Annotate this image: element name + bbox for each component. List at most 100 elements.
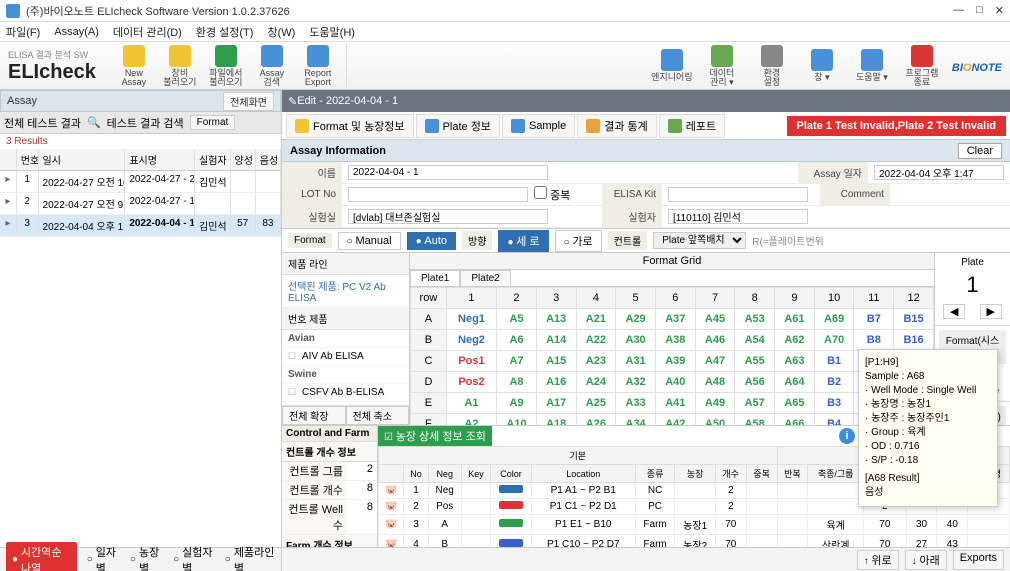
menu-settings[interactable]: 환경 설정(T) bbox=[196, 24, 254, 40]
well-cell[interactable]: A56 bbox=[735, 372, 775, 393]
rtool-창 ▾[interactable]: 창 ▾ bbox=[800, 44, 844, 88]
exports-button[interactable]: Exports bbox=[953, 550, 1004, 570]
well-cell[interactable]: A16 bbox=[536, 372, 576, 393]
well-cell[interactable]: A47 bbox=[695, 351, 735, 372]
well-cell[interactable]: A25 bbox=[576, 393, 616, 414]
clear-button[interactable]: Clear bbox=[958, 143, 1002, 159]
tool-파일에서[interactable]: 파일에서불러오기 bbox=[204, 44, 248, 88]
sort-farm[interactable]: ○ 농장별 bbox=[130, 544, 163, 571]
menu-data[interactable]: 데이터 관리(D) bbox=[113, 24, 182, 40]
well-cell[interactable]: A42 bbox=[655, 414, 695, 426]
well-cell[interactable]: A5 bbox=[497, 309, 537, 330]
well-cell[interactable]: B4 bbox=[814, 414, 854, 426]
well-cell[interactable]: A30 bbox=[616, 330, 656, 351]
dir-vert[interactable]: ● 세 로 bbox=[498, 230, 548, 252]
well-cell[interactable]: A48 bbox=[695, 372, 735, 393]
tester-input[interactable] bbox=[668, 209, 808, 224]
well-cell[interactable]: A7 bbox=[497, 351, 537, 372]
move-down[interactable]: ↓ 아래 bbox=[905, 550, 947, 570]
well-cell[interactable]: A39 bbox=[655, 351, 695, 372]
name-input[interactable] bbox=[348, 165, 548, 180]
lot-input[interactable] bbox=[348, 187, 528, 202]
well-cell[interactable]: A29 bbox=[616, 309, 656, 330]
menu-window[interactable]: 창(W) bbox=[267, 24, 295, 40]
well-cell[interactable]: A1 bbox=[446, 393, 496, 414]
lab-input[interactable] bbox=[348, 209, 548, 224]
plate-prev[interactable]: ◀ bbox=[943, 304, 965, 319]
farm-detail-toggle[interactable]: ☑ 농장 상세 정보 조회 bbox=[378, 426, 492, 446]
well-cell[interactable]: A24 bbox=[576, 372, 616, 393]
menu-file[interactable]: 파일(F) bbox=[6, 24, 40, 40]
fullscreen-button[interactable]: 전체화면 bbox=[223, 92, 274, 111]
well-cell[interactable]: A18 bbox=[536, 414, 576, 426]
tab-search[interactable]: 테스트 결과 검색 bbox=[107, 115, 184, 131]
well-cell[interactable]: B3 bbox=[814, 393, 854, 414]
fmt-manual[interactable]: ○ Manual bbox=[338, 232, 401, 250]
well-cell[interactable]: A61 bbox=[775, 309, 815, 330]
main-tab-0[interactable]: Format 및 농장정보 bbox=[286, 114, 414, 138]
rtool-환경[interactable]: 환경설정 bbox=[750, 44, 794, 88]
tool-New[interactable]: NewAssay bbox=[112, 44, 156, 88]
result-row[interactable]: ▸22022-04-27 오전 9:542022-04-27 - 1 bbox=[0, 193, 281, 215]
plate-tab-2[interactable]: Plate2 bbox=[460, 270, 510, 286]
well-cell[interactable]: A10 bbox=[497, 414, 537, 426]
well-cell[interactable]: A46 bbox=[695, 330, 735, 351]
well-cell[interactable]: A13 bbox=[536, 309, 576, 330]
main-tab-2[interactable]: Sample bbox=[502, 114, 575, 138]
sort-product[interactable]: ○ 제품라인별 bbox=[225, 544, 275, 571]
result-row[interactable]: ▸12022-04-27 오전 10:492022-04-27 - 2김민석 bbox=[0, 171, 281, 193]
well-cell[interactable]: B7 bbox=[854, 309, 894, 330]
fmt-auto[interactable]: ● Auto bbox=[407, 232, 456, 250]
well-cell[interactable]: Pos1 bbox=[446, 351, 496, 372]
well-cell[interactable]: A8 bbox=[497, 372, 537, 393]
tool-Assay[interactable]: Assay검색 bbox=[250, 44, 294, 88]
rtool-데이터[interactable]: 데이터관리 ▾ bbox=[700, 44, 744, 88]
result-row[interactable]: ▸32022-04-04 오후 1:472022-04-04 - 1김민석578… bbox=[0, 215, 281, 237]
format-button[interactable]: Format bbox=[190, 115, 236, 130]
well-cell[interactable]: A57 bbox=[735, 393, 775, 414]
well-cell[interactable]: Pos2 bbox=[446, 372, 496, 393]
main-tab-1[interactable]: Plate 정보 bbox=[416, 114, 500, 138]
well-cell[interactable]: A62 bbox=[775, 330, 815, 351]
well-cell[interactable]: A2 bbox=[446, 414, 496, 426]
well-cell[interactable]: A37 bbox=[655, 309, 695, 330]
well-cell[interactable]: A9 bbox=[497, 393, 537, 414]
well-cell[interactable]: B8 bbox=[854, 330, 894, 351]
well-cell[interactable]: A49 bbox=[695, 393, 735, 414]
move-up[interactable]: ↑ 위로 bbox=[857, 550, 899, 570]
rtool-엔지니어링[interactable]: 엔지니어링 bbox=[650, 44, 694, 88]
well-cell[interactable]: B15 bbox=[894, 309, 934, 330]
well-cell[interactable]: A32 bbox=[616, 372, 656, 393]
farm-row[interactable]: 🐷4BP1 C10 ~ P2 D7Farm농장270산란계702743 bbox=[379, 535, 1010, 548]
expand-all[interactable]: 전체 확장 bbox=[282, 406, 346, 425]
well-cell[interactable]: Neg2 bbox=[446, 330, 496, 351]
well-cell[interactable]: A64 bbox=[775, 372, 815, 393]
sort-tester[interactable]: ○ 실험자별 bbox=[173, 544, 215, 571]
well-cell[interactable]: A15 bbox=[536, 351, 576, 372]
well-cell[interactable]: A26 bbox=[576, 414, 616, 426]
plate-tab-1[interactable]: Plate1 bbox=[410, 270, 460, 286]
well-cell[interactable]: A40 bbox=[655, 372, 695, 393]
well-cell[interactable]: A38 bbox=[655, 330, 695, 351]
minimize-button[interactable]: — bbox=[953, 4, 964, 17]
well-cell[interactable]: A65 bbox=[775, 393, 815, 414]
well-cell[interactable]: A22 bbox=[576, 330, 616, 351]
product-item[interactable]: CSFV Ab I-ELISA bbox=[282, 402, 409, 405]
well-cell[interactable]: A34 bbox=[616, 414, 656, 426]
main-tab-3[interactable]: 결과 통계 bbox=[577, 114, 657, 138]
well-cell[interactable]: A23 bbox=[576, 351, 616, 372]
tool-Report[interactable]: ReportExport bbox=[296, 44, 340, 88]
rtool-도움말 ▾[interactable]: 도움말 ▾ bbox=[850, 44, 894, 88]
collapse-all[interactable]: 전체 축소 bbox=[346, 406, 410, 425]
well-cell[interactable]: A69 bbox=[814, 309, 854, 330]
well-cell[interactable]: A33 bbox=[616, 393, 656, 414]
sort-time-desc[interactable]: ● 시간역순나열 bbox=[6, 542, 77, 571]
rtool-프로그램[interactable]: 프로그램종료 bbox=[900, 44, 944, 88]
well-cell[interactable]: A14 bbox=[536, 330, 576, 351]
well-cell[interactable]: A55 bbox=[735, 351, 775, 372]
tool-장비[interactable]: 장비불러오기 bbox=[158, 44, 202, 88]
well-cell[interactable]: A58 bbox=[735, 414, 775, 426]
well-cell[interactable]: A21 bbox=[576, 309, 616, 330]
well-cell[interactable]: A50 bbox=[695, 414, 735, 426]
tab-all-results[interactable]: 전체 테스트 결과 bbox=[4, 115, 81, 131]
